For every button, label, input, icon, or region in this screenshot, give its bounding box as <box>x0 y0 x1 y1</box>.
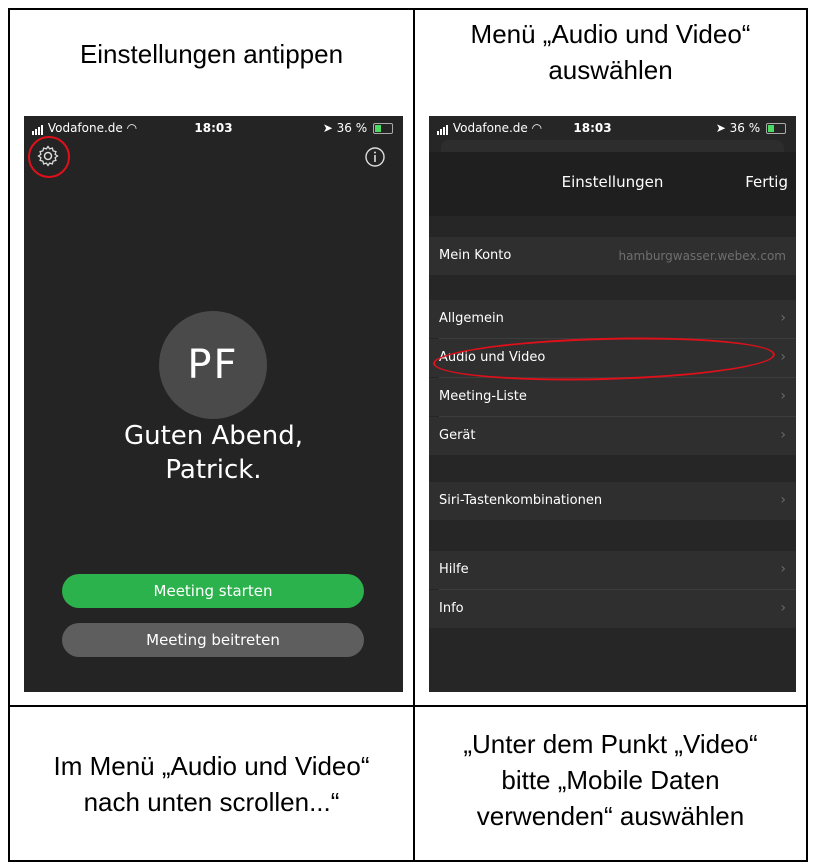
settings-title: Einstellungen <box>561 173 664 191</box>
cell-title-bottom-right: „Unter dem Punkt „Video“ bitte „Mobile D… <box>415 726 806 834</box>
cell-title-bottom-left-line2: nach unten scrollen...“ <box>83 787 340 817</box>
settings-row-label: Siri-Tastenkombinationen <box>439 493 603 508</box>
start-meeting-button[interactable]: Meeting starten <box>62 574 364 608</box>
settings-row-label: Info <box>439 601 464 616</box>
highlight-circle-gear <box>28 136 70 178</box>
battery-icon <box>373 123 393 134</box>
location-icon: ➤ <box>322 121 333 135</box>
home-screenshot: Vodafone.de ◠ 18:03 ➤ 36 % PF Guten Aben… <box>24 116 403 692</box>
settings-screenshot: Vodafone.de ◠ 18:03 ➤ 36 % Einstellungen… <box>429 116 796 692</box>
battery-icon <box>766 123 786 134</box>
table-border-bottom <box>8 860 808 862</box>
cell-title-top-right: Menü „Audio und Video“ auswählen <box>415 16 806 88</box>
settings-row-help[interactable]: Hilfe › <box>429 551 796 589</box>
settings-row-account[interactable]: Mein Konto hamburgwasser.webex.com <box>429 237 796 275</box>
chevron-right-icon: › <box>780 310 786 326</box>
location-icon: ➤ <box>715 121 726 135</box>
info-icon[interactable] <box>364 146 386 168</box>
settings-row-label: Gerät <box>439 428 476 443</box>
settings-row-siri[interactable]: Siri-Tastenkombinationen › <box>429 482 796 520</box>
settings-row-label: Meeting-Liste <box>439 389 527 404</box>
greeting-line2: Patrick. <box>165 455 262 485</box>
chevron-right-icon: › <box>780 427 786 443</box>
avatar: PF <box>159 311 267 419</box>
join-meeting-button[interactable]: Meeting beitreten <box>62 623 364 657</box>
settings-row-device[interactable]: Gerät › <box>429 417 796 455</box>
status-bar: Vodafone.de ◠ 18:03 ➤ 36 % <box>24 116 403 142</box>
cell-title-bottom-right-line2: bitte „Mobile Daten <box>501 765 720 795</box>
chevron-right-icon: › <box>780 492 786 508</box>
settings-row-general[interactable]: Allgemein › <box>429 300 796 338</box>
settings-row-label: Allgemein <box>439 311 504 326</box>
chevron-right-icon: › <box>780 600 786 616</box>
done-button[interactable]: Fertig <box>745 173 788 191</box>
battery-label: 36 % <box>729 121 761 135</box>
settings-row-label: Hilfe <box>439 562 469 577</box>
cell-title-bottom-left-line1: Im Menü „Audio und Video“ <box>53 751 370 781</box>
table-border-right <box>806 8 808 862</box>
settings-header: Einstellungen Fertig <box>429 152 796 216</box>
chevron-right-icon: › <box>780 349 786 365</box>
cell-title-top-left: Einstellungen antippen <box>79 39 344 69</box>
table-divider-horizontal <box>8 705 808 707</box>
table-border-top <box>8 8 808 10</box>
settings-row-label: Mein Konto <box>439 248 512 263</box>
table-border-left <box>8 8 10 862</box>
cell-title-bottom-left: Im Menü „Audio und Video“ nach unten scr… <box>10 748 413 820</box>
battery: ➤ 36 % <box>323 121 393 135</box>
greeting-line1: Guten Abend, <box>123 421 304 451</box>
greeting: Guten Abend, Patrick. <box>24 419 403 487</box>
status-bar: Vodafone.de ◠ 18:03 ➤ 36 % <box>429 116 796 142</box>
cell-title-bottom-right-line1: „Unter dem Punkt „Video“ <box>463 729 758 759</box>
settings-row-value: hamburgwasser.webex.com <box>618 249 786 263</box>
cell-title-top-right-line1: Menü „Audio und Video“ <box>470 19 751 49</box>
battery: ➤ 36 % <box>716 121 786 135</box>
cell-title-bottom-right-line3: verwenden“ auswählen <box>476 801 745 831</box>
cell-title-top-right-line2: auswählen <box>548 55 673 85</box>
settings-row-meeting-list[interactable]: Meeting-Liste › <box>429 378 796 416</box>
battery-label: 36 % <box>336 121 368 135</box>
chevron-right-icon: › <box>780 388 786 404</box>
settings-row-info[interactable]: Info › <box>429 590 796 628</box>
chevron-right-icon: › <box>780 561 786 577</box>
